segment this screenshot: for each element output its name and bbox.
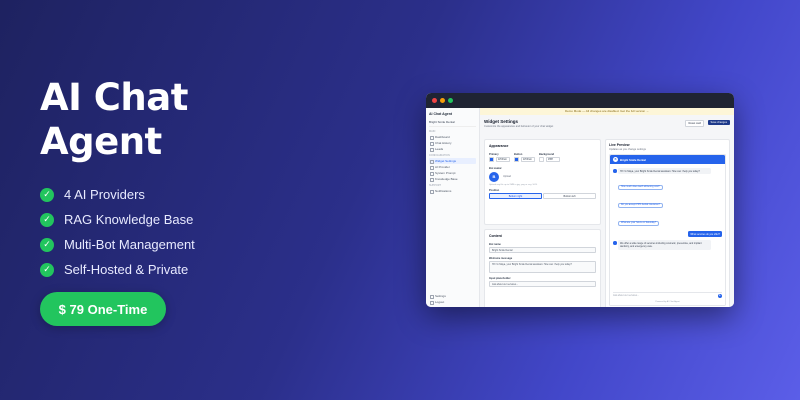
preview-card: Live Preview Updates as you change setti… [605, 139, 730, 307]
bot-reply-row: We offer a wide range of services includ… [610, 240, 725, 250]
position-bottom-right[interactable]: Bottom right [489, 193, 542, 199]
demo-banner[interactable]: Demo Mode — All changes are disabled. Ge… [480, 108, 734, 115]
botname-label: Bot name [489, 243, 501, 246]
feature-label: Multi-Bot Management [64, 237, 195, 252]
background-input[interactable]: #ffffff [546, 157, 560, 162]
button-swatch[interactable] [514, 157, 519, 162]
chat-header: B Bright Smile Dental [610, 155, 725, 164]
app-window: AI Chat Agent Bright Smile Dental MAIN D… [426, 93, 734, 307]
bot-avatar: B [489, 171, 499, 182]
close-dot-icon[interactable] [432, 98, 437, 103]
preview-title: Live Preview [609, 143, 630, 147]
button-color-group: Button #2563eb [514, 153, 535, 162]
chat-widget: B Bright Smile Dental Hi! I'm Maya, your… [609, 154, 726, 306]
send-icon[interactable]: ➤ [717, 293, 722, 299]
background-label: Background [539, 153, 555, 156]
welcome-label: Welcome message [489, 257, 513, 260]
suggestion-chips: How much does teeth whitening cost? Do y… [610, 174, 725, 228]
position-bottom-left[interactable]: Bottom left [543, 193, 596, 199]
suggestion-chip[interactable]: What are your hours on Saturday? [618, 220, 660, 226]
sidebar-brand: AI Chat Agent [429, 112, 453, 116]
button-input[interactable]: #2563eb [521, 157, 535, 162]
feature-label: 4 AI Providers [64, 187, 145, 202]
content-card: Content Bot name Bright Smile Dental Wel… [484, 229, 601, 307]
user-msg-row: What services do you offer? [610, 231, 725, 237]
price-button[interactable]: $ 79 One-Time [40, 292, 166, 326]
window-titlebar [426, 93, 734, 108]
welcome-textarea[interactable]: Hi! I'm Maya, your Bright Smile Dental a… [489, 261, 596, 273]
chat-messages: Hi! I'm Maya, your Bright Smile Dental a… [610, 168, 725, 250]
upload-button[interactable]: Upload [503, 175, 511, 178]
placeholder-input[interactable]: Ask about our services... [489, 281, 596, 287]
maximize-dot-icon[interactable] [448, 98, 453, 103]
background-swatch[interactable] [539, 157, 544, 162]
sidebar: AI Chat Agent Bright Smile Dental MAIN D… [426, 108, 480, 307]
feature-item: ✓ Self-Hosted & Private [40, 257, 380, 282]
feature-item: ✓ 4 AI Providers [40, 182, 380, 207]
suggestion-chip[interactable]: How much does teeth whitening cost? [618, 184, 663, 190]
page-header: Widget Settings Customize the appearance… [484, 119, 730, 133]
check-icon: ✓ [40, 237, 54, 252]
content-title: Content [489, 234, 502, 238]
feature-item: ✓ Multi-Bot Management [40, 232, 380, 257]
check-icon: ✓ [40, 212, 54, 227]
background-field: #ffffff [539, 157, 560, 162]
button-label: Button [514, 153, 523, 156]
sidebar-item-leads[interactable]: Leads [429, 146, 476, 153]
sidebar-item-notifications[interactable]: Notifications [429, 188, 476, 195]
check-icon: ✓ [40, 262, 54, 277]
background-color-group: Background #ffffff [539, 153, 560, 162]
user-bubble: What services do you offer? [688, 231, 722, 237]
avatar-row: B Upload [489, 171, 596, 182]
main-content: Widget Settings Customize the appearance… [480, 115, 734, 307]
color-row: Primary #2563eb Button #2563eb Backgroun… [489, 153, 596, 162]
save-button[interactable]: Save changes [707, 119, 730, 126]
hero: AI Chat Agent ✓ 4 AI Providers ✓ RAG Knowl… [40, 76, 380, 282]
button-field: #2563eb [514, 157, 535, 162]
sidebar-bottom: Settings Logout [429, 293, 476, 306]
feature-list: ✓ 4 AI Providers ✓ RAG Knowledge Base ✓ Mul… [40, 182, 380, 282]
placeholder-label: Input placeholder [489, 277, 511, 280]
feature-item: ✓ RAG Knowledge Base [40, 207, 380, 232]
chat-input[interactable]: Ask about our services... ➤ [613, 292, 722, 299]
avatar-label: Bot avatar [489, 167, 502, 170]
position-toggle: Bottom right Bottom left [489, 193, 596, 199]
primary-swatch[interactable] [489, 157, 494, 162]
bot-selector[interactable]: Bright Smile Dental [429, 118, 476, 127]
primary-field: #2563eb [489, 157, 510, 162]
avatar-hint: Upload any file up to 2MB in jpg, png or… [489, 183, 538, 186]
sidebar-item-logout[interactable]: Logout [429, 299, 476, 306]
position-label: Position [489, 188, 500, 192]
hero-title: AI Chat Agent [40, 76, 188, 163]
appearance-card: Appearance Primary #2563eb Button #2563e… [484, 139, 601, 225]
bot-avatar-icon [613, 241, 617, 245]
preview-subtitle: Updates as you change settings [609, 148, 646, 151]
sidebar-item-knowledge-base[interactable]: Knowledge Base [429, 176, 476, 183]
chat-header-avatar: B [613, 157, 618, 162]
primary-input[interactable]: #2563eb [496, 157, 510, 162]
reply-bubble: We offer a wide range of services includ… [618, 240, 711, 250]
primary-label: Primary [489, 153, 499, 156]
chat-input-placeholder: Ask about our services... [613, 294, 640, 297]
minimize-dot-icon[interactable] [440, 98, 445, 103]
primary-color-group: Primary #2563eb [489, 153, 510, 162]
powered-by: Powered by AI Chat Agent [655, 301, 680, 303]
botname-input[interactable]: Bright Smile Dental [489, 247, 596, 253]
bot-avatar-icon [613, 169, 617, 173]
feature-label: RAG Knowledge Base [64, 212, 194, 227]
check-icon: ✓ [40, 187, 54, 202]
appearance-title: Appearance [489, 144, 509, 148]
suggestion-chip[interactable]: Do you accept PPO dental insurance? [618, 202, 663, 208]
feature-label: Self-Hosted & Private [64, 262, 189, 277]
reset-button[interactable]: Reset card [685, 120, 704, 127]
chat-header-name: Bright Smile Dental [620, 157, 646, 162]
